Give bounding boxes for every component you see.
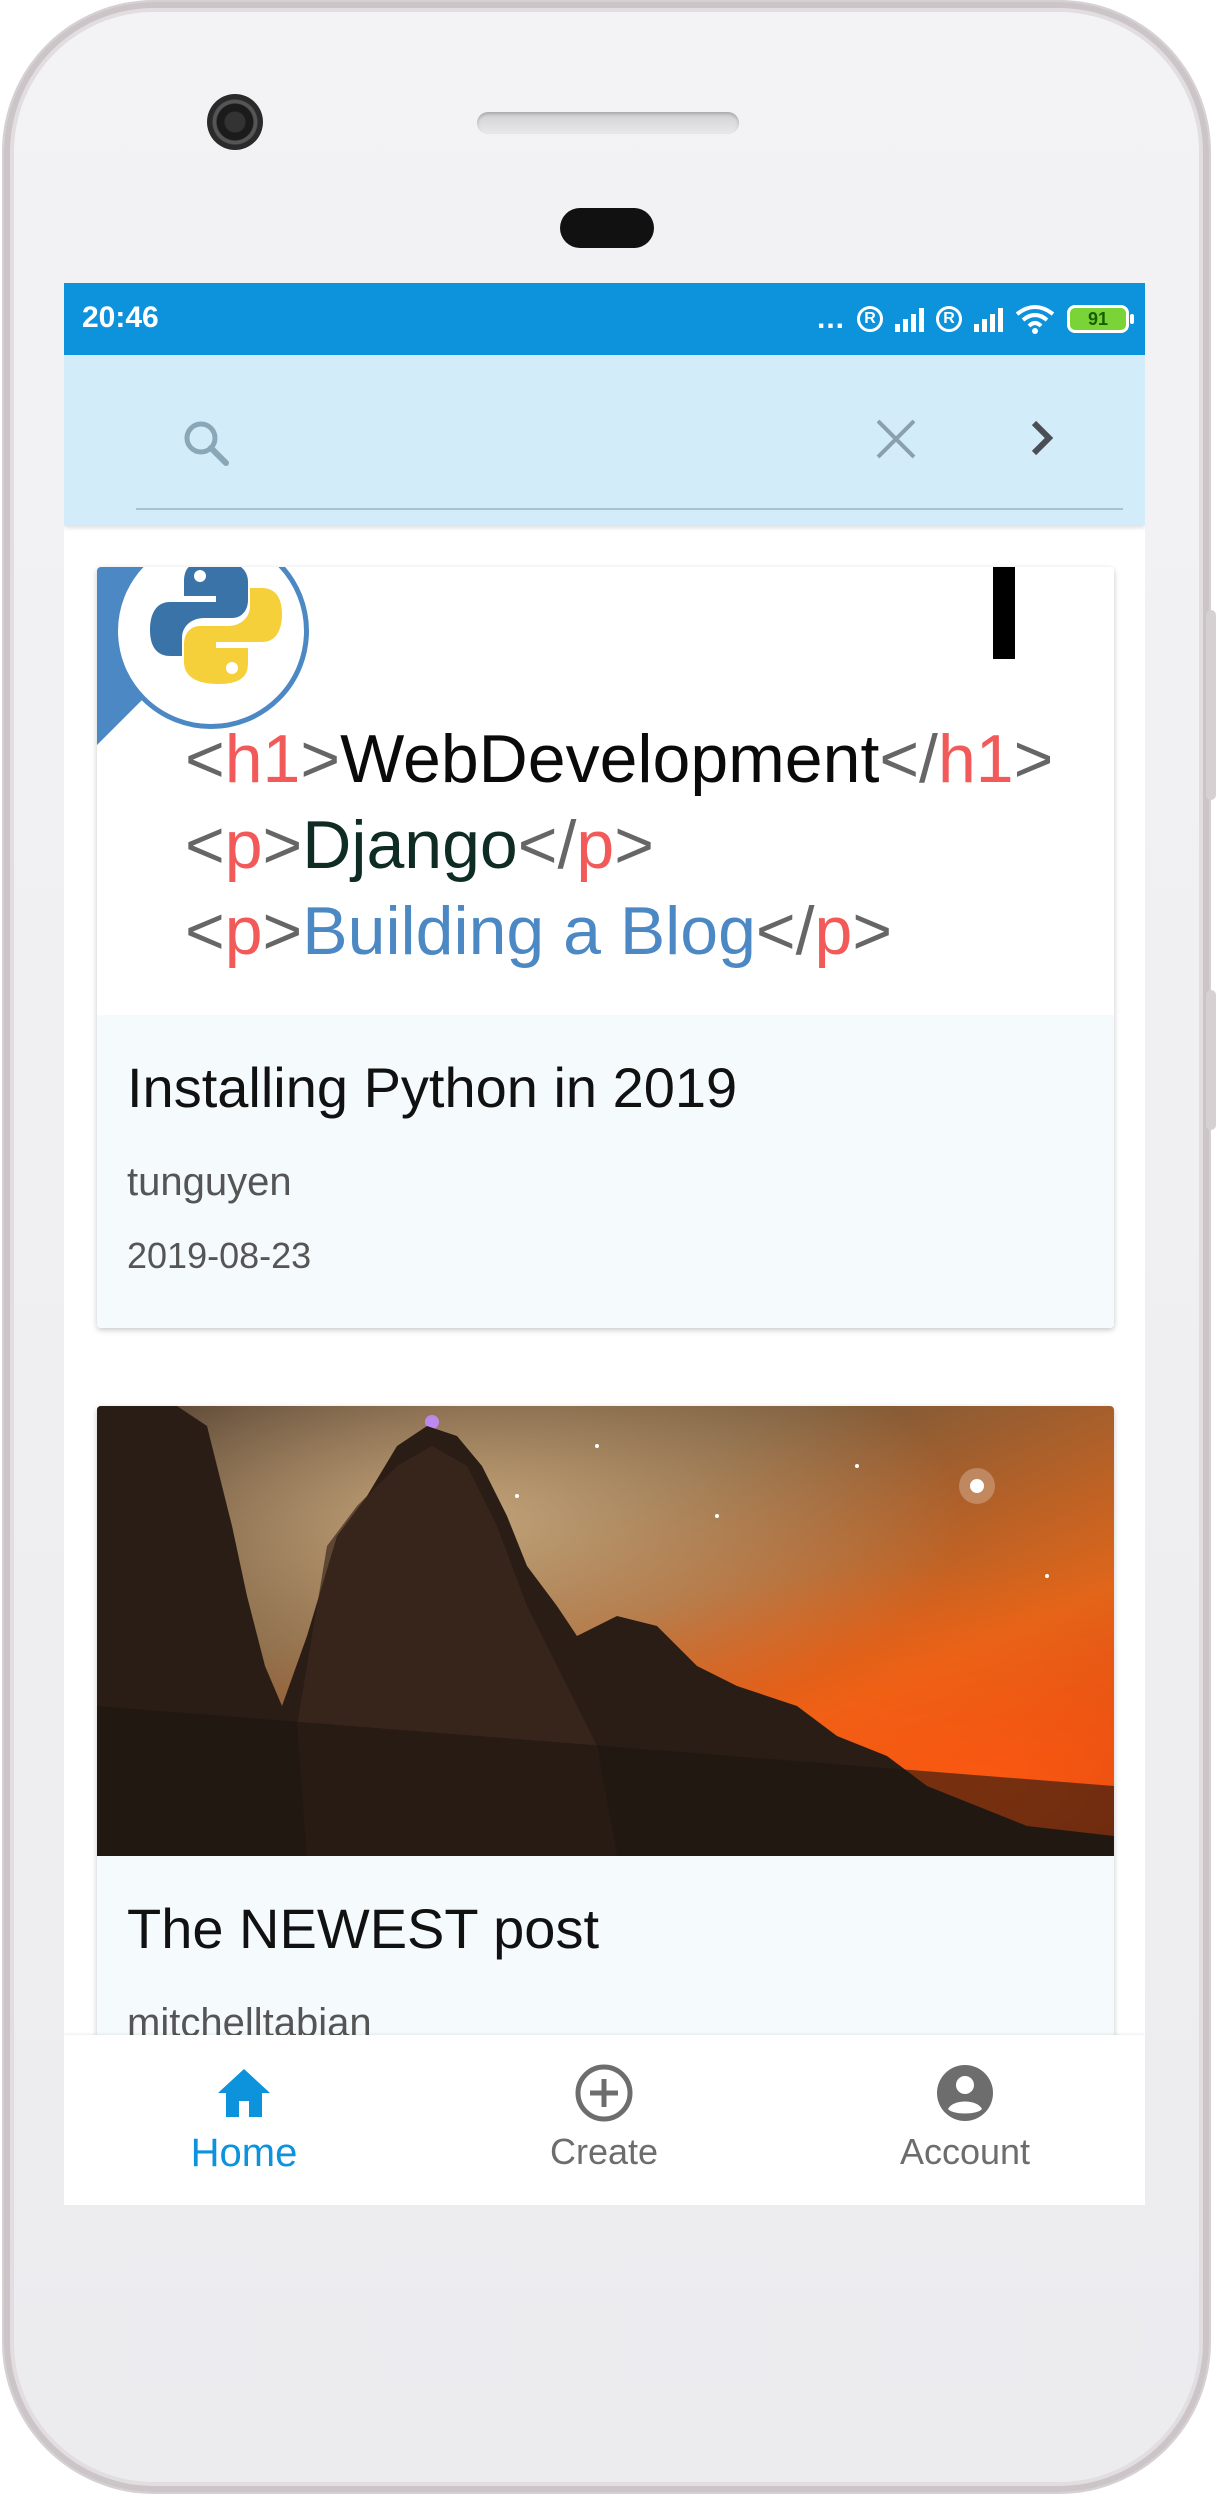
proximity-sensor [560,208,654,248]
post-card[interactable]: <h1>WebDevelopment</h1> <p>Django</p> <p… [97,567,1114,1328]
bracket: > [852,893,893,969]
tag-name: h1 [224,721,301,797]
clear-icon[interactable] [870,413,922,465]
bracket: > [614,807,654,883]
night-sky-mountains-image [97,1406,1114,1856]
post-author: tunguyen [127,1160,292,1204]
nav-account[interactable]: Account [785,2035,1145,2205]
signal-icon [974,306,1003,332]
post-title: Installing Python in 2019 [127,1056,738,1119]
notification-dots: ... [816,302,845,335]
bracket: < [185,807,225,883]
code-text: Building a Blog [302,893,756,969]
chevron-right-icon[interactable] [1014,411,1068,465]
bracket: > [262,807,303,883]
add-circle-icon [575,2064,633,2122]
post-card-body: Installing Python in 2019 tunguyen 2019-… [97,1015,1114,1328]
home-icon [218,2069,270,2117]
code-text: Django [302,807,518,883]
code-text: WebDevelopment [340,721,880,797]
post-thumbnail [97,1406,1114,1856]
roaming-icon: R [857,306,883,332]
account-circle-icon [937,2065,993,2121]
decorative-bar [993,567,1015,659]
status-icons: ... R R 91 [816,297,1134,341]
bracket: </ [755,893,815,969]
bracket: > [1013,721,1054,797]
nav-label: Create [549,2131,659,2172]
python-logo-icon [150,567,282,684]
tag-name: h1 [937,721,1014,797]
wifi-icon [1015,305,1055,334]
earpiece-speaker [477,112,739,134]
code-line-2: <p>Django</p> [185,805,654,885]
tag-name: p [814,893,853,969]
bracket: > [300,721,341,797]
code-line-1: <h1>WebDevelopment</h1> [185,719,1053,799]
search-icon [184,421,229,466]
volume-button [1206,990,1216,1130]
bottom-navigation: Home Create Account [64,2035,1145,2205]
search-bar [64,355,1145,525]
screen: 20:46 ... R R 91 <h1>WebDevelopment</h1>… [64,283,1145,2205]
nav-label: Account [899,2131,1031,2172]
bracket: </ [879,721,938,797]
post-thumbnail: <h1>WebDevelopment</h1> <p>Django</p> <p… [97,567,1114,1015]
bracket: </ [517,807,577,883]
bracket: < [185,893,225,969]
post-date: 2019-08-23 [127,1235,312,1276]
nav-home[interactable]: Home [64,2035,424,2205]
post-title: The NEWEST post [127,1897,600,1960]
front-camera [207,94,263,150]
post-feed[interactable]: <h1>WebDevelopment</h1> <p>Django</p> <p… [64,525,1145,2155]
phone-frame: 20:46 ... R R 91 <h1>WebDevelopment</h1>… [0,0,1222,2498]
status-bar: 20:46 ... R R 91 [64,283,1145,355]
nav-create[interactable]: Create [424,2035,784,2205]
tag-name: p [224,893,263,969]
tag-name: p [576,807,615,883]
bracket: > [262,893,303,969]
nav-label: Home [190,2131,298,2175]
post-card[interactable]: The NEWEST post mitchelltabian [97,1406,1114,2126]
bracket: < [185,721,225,797]
code-line-3: <p>Building a Blog</p> [185,891,892,971]
power-button [1206,610,1216,800]
signal-icon [895,306,924,332]
battery-icon: 91 [1067,305,1134,333]
tag-name: p [224,807,263,883]
roaming-icon: R [936,306,962,332]
status-time: 20:46 [82,301,159,334]
search-input[interactable] [254,415,838,473]
search-underline [136,508,1123,510]
